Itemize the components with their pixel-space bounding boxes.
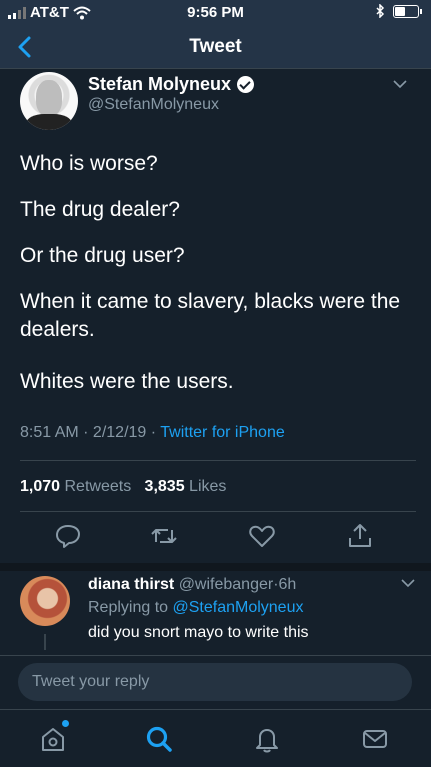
- retweet-icon[interactable]: [150, 522, 178, 550]
- tweet-line: Who is worse?: [20, 152, 158, 175]
- divider: [20, 511, 416, 512]
- page-title: Tweet: [189, 36, 242, 57]
- battery-icon: [393, 4, 422, 18]
- divider: [20, 460, 416, 461]
- tweet-time: 8:51 AM: [20, 424, 79, 441]
- retweets-stat[interactable]: 1,070 Retweets: [20, 478, 131, 495]
- tweet-date: 2/12/19: [92, 424, 147, 441]
- reply-author-handle[interactable]: @wifebanger: [179, 576, 274, 593]
- chevron-down-icon[interactable]: [401, 578, 415, 588]
- reply-icon[interactable]: [54, 522, 82, 550]
- author-handle[interactable]: @StefanMolyneux: [88, 96, 219, 114]
- reply-text: did you snort mayo to write this: [88, 624, 309, 641]
- reply-header: diana thirst @wifebanger·6h: [88, 576, 297, 593]
- author-name[interactable]: Stefan Molyneux: [88, 74, 231, 95]
- like-icon[interactable]: [248, 522, 276, 550]
- status-bar: AT&T 9:56 PM: [0, 0, 431, 26]
- author-name-row: Stefan Molyneux: [88, 74, 255, 95]
- thread-line: [44, 634, 46, 650]
- tab-bar: [0, 709, 431, 767]
- replying-to-handle[interactable]: @StefanMolyneux: [173, 599, 304, 616]
- tweet-line: Whites were the users.: [20, 370, 234, 393]
- likes-stat[interactable]: 3,835 Likes: [145, 478, 227, 495]
- avatar[interactable]: [20, 72, 78, 130]
- reply-tweet[interactable]: diana thirst @wifebanger·6h Replying to …: [0, 572, 431, 656]
- tweet-author: Stefan Molyneux @StefanMolyneux: [20, 72, 420, 132]
- share-icon[interactable]: [346, 522, 374, 550]
- avatar[interactable]: [20, 576, 70, 626]
- status-time: 9:56 PM: [187, 4, 244, 21]
- bluetooth-icon: [376, 4, 385, 18]
- nav-bar: Tweet: [0, 28, 431, 66]
- tweet-detail-screen: AT&T 9:56 PM Tweet Stefan Molyneux @Stef…: [0, 0, 431, 767]
- home-icon[interactable]: [38, 724, 68, 754]
- tweet-line: Or the drug user?: [20, 244, 185, 267]
- tweet-source-link[interactable]: Twitter for iPhone: [160, 424, 285, 441]
- tweet-actions: [0, 522, 431, 556]
- reply-input[interactable]: [18, 663, 412, 701]
- reply-author-name[interactable]: diana thirst: [88, 576, 174, 593]
- verified-icon: [237, 76, 255, 93]
- tweet-line: When it came to slavery, blacks were the…: [20, 290, 401, 341]
- notifications-icon[interactable]: [252, 724, 282, 754]
- new-content-indicator: [62, 720, 69, 727]
- header: AT&T 9:56 PM Tweet: [0, 0, 431, 69]
- chevron-down-icon[interactable]: [392, 78, 408, 90]
- tweet-stats: 1,070 Retweets 3,835 Likes: [20, 478, 226, 496]
- tweet-meta: 8:51 AM · 2/12/19 · Twitter for iPhone: [20, 424, 285, 441]
- reply-age: 6h: [278, 576, 297, 593]
- section-separator: [0, 563, 431, 571]
- search-icon[interactable]: [144, 724, 174, 754]
- status-right: [375, 4, 422, 18]
- messages-icon[interactable]: [360, 724, 390, 754]
- compose-bar: [0, 655, 431, 710]
- tweet-line: The drug dealer?: [20, 198, 180, 221]
- replying-to: Replying to @StefanMolyneux: [88, 599, 304, 616]
